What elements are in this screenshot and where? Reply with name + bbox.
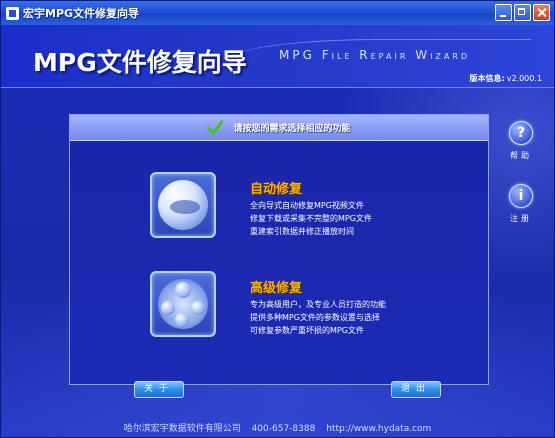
footer-company: 哈尔滨宏宇数据软件有限公司 xyxy=(123,424,241,434)
window-title: 宏宇MPG文件修复向导 xyxy=(23,7,140,20)
auto-repair-option[interactable]: 自动修复 全向导式自动修复MPG视频文件 修复下载或采集不完整的MPG文件 重建… xyxy=(150,172,450,242)
panel-instruction: 请按您的需求选择相应的功能 xyxy=(233,124,351,134)
advanced-repair-desc-1: 专为高级用户，及专业人员打造的功能 xyxy=(250,300,386,309)
auto-repair-icon[interactable] xyxy=(150,172,216,238)
app-window: 宏宇MPG文件修复向导 MPG文件修复向导 MPG File Repair Wi… xyxy=(0,0,555,438)
auto-repair-desc-2: 修复下载或采集不完整的MPG文件 xyxy=(250,214,372,223)
close-button[interactable] xyxy=(533,4,550,21)
version-value: v2.000.1 xyxy=(506,74,542,83)
main-title: MPG文件修复向导 xyxy=(33,48,247,77)
advanced-repair-desc-2: 提供多种MPG文件的参数设置与选择 xyxy=(250,313,380,322)
title-bar[interactable]: 宏宇MPG文件修复向导 xyxy=(1,1,554,25)
help-button[interactable]: ? 帮助 xyxy=(501,121,541,161)
version-label: 版本信息: xyxy=(469,74,505,83)
checkmark-icon xyxy=(206,120,224,136)
footer-website[interactable]: http://www.hydata.com xyxy=(326,424,431,434)
maximize-button[interactable] xyxy=(514,4,531,21)
info-icon[interactable]: i xyxy=(509,184,533,208)
panel-header: 请按您的需求选择相应的功能 xyxy=(70,115,488,141)
register-label[interactable]: 注册 xyxy=(501,213,541,224)
advanced-repair-desc-3: 可修复参数严重坏损的MPG文件 xyxy=(250,326,364,335)
register-button[interactable]: i 注册 xyxy=(501,184,541,224)
footer-phone: 400-657-8388 xyxy=(251,424,316,434)
advanced-repair-option[interactable]: 高级修复 专为高级用户，及专业人员打造的功能 提供多种MPG文件的参数设置与选择… xyxy=(150,271,450,341)
auto-repair-desc-3: 重建索引数据并修正播放时间 xyxy=(250,227,354,236)
function-panel: 请按您的需求选择相应的功能 自动修复 全向导式自动修复MPG视频文件 修复下载或… xyxy=(69,114,489,385)
exit-button[interactable]: 退出 xyxy=(391,381,441,398)
footer: 哈尔滨宏宇数据软件有限公司 400-657-8388 http://www.hy… xyxy=(1,421,554,434)
auto-repair-title[interactable]: 自动修复 xyxy=(250,178,302,197)
help-icon[interactable]: ? xyxy=(509,121,533,145)
advanced-repair-icon[interactable] xyxy=(150,271,216,337)
auto-repair-desc-1: 全向导式自动修复MPG视频文件 xyxy=(250,201,364,210)
minimize-button[interactable] xyxy=(495,4,512,21)
about-button[interactable]: 关于 xyxy=(134,381,184,398)
app-icon xyxy=(6,6,19,20)
window-controls xyxy=(495,4,550,21)
help-label[interactable]: 帮助 xyxy=(501,150,541,161)
version-info: 版本信息: v2.000.1 xyxy=(470,73,542,84)
english-title: MPG File Repair Wizard xyxy=(279,48,471,62)
advanced-repair-title[interactable]: 高级修复 xyxy=(250,277,302,296)
